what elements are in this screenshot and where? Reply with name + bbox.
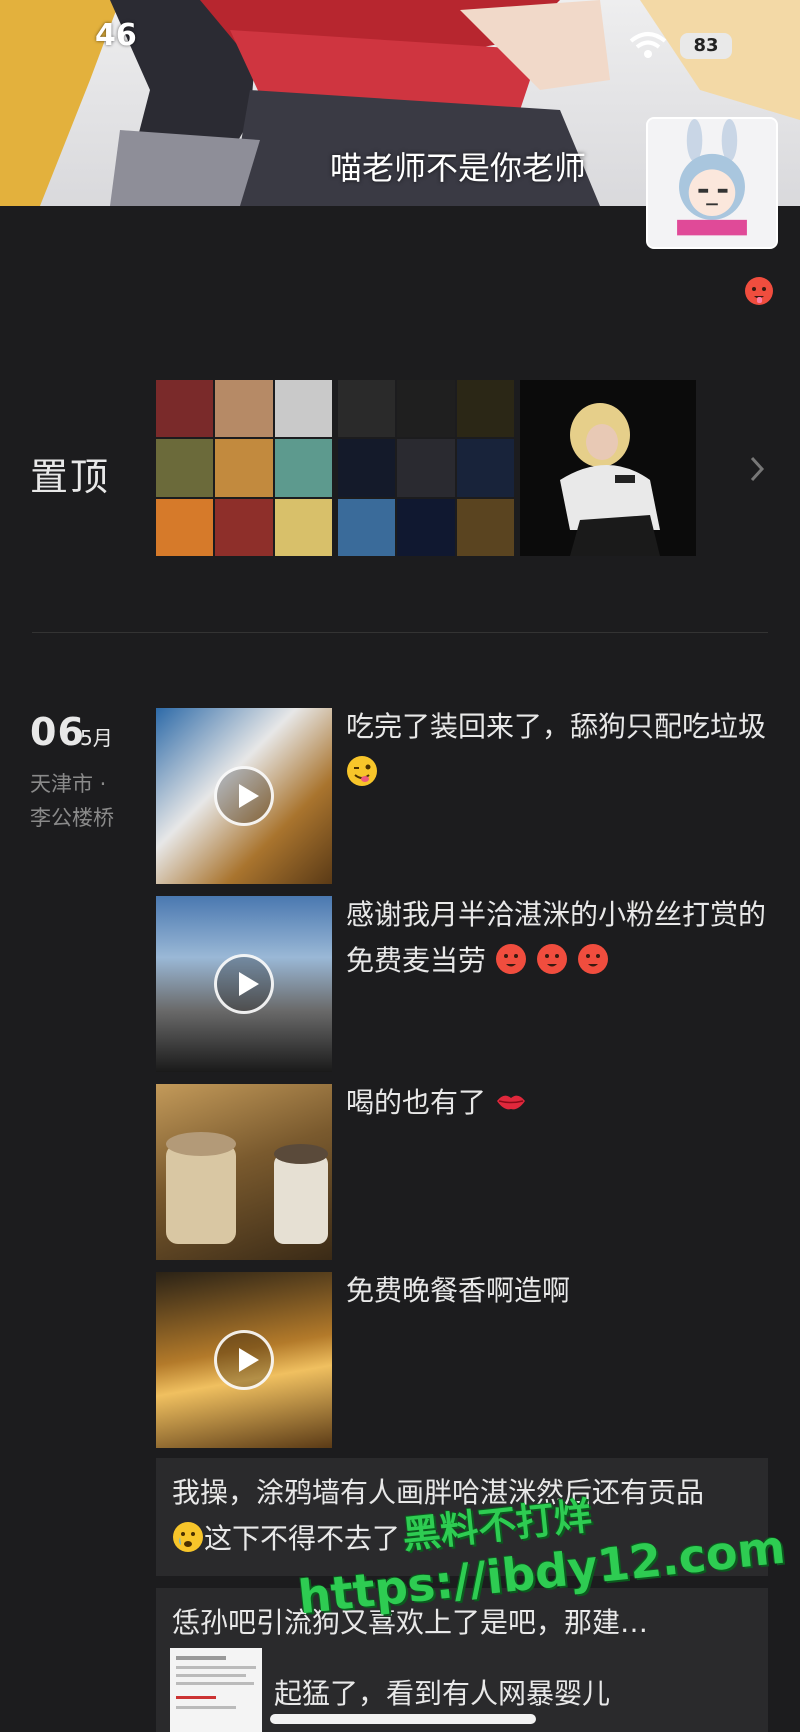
pinned-thumbnail-photo[interactable] [520,380,696,556]
post-caption[interactable]: 感谢我月半洽湛洣的小粉丝打赏的免费麦当劳 [346,892,766,984]
shared-post-text[interactable]: 起猛了，看到有人网暴婴儿 [274,1672,610,1712]
crying-face-emoji [173,1522,203,1552]
pinned-photo-person [520,380,696,556]
post-caption[interactable]: 免费晚餐香啊造啊 [346,1268,766,1314]
hot-face-emoji [577,944,608,974]
post-caption-text: 喝的也有了 [346,1086,487,1119]
hot-face-emoji [536,944,567,974]
post-caption-text: 吃完了装回来了，舔狗只配吃垃圾 [346,710,767,743]
home-indicator[interactable] [270,1714,536,1724]
play-icon[interactable] [214,954,274,1014]
winking-face-tongue-emoji [347,756,377,786]
post-video-thumbnail[interactable] [156,1272,332,1448]
post-date-month: 5月 [80,726,113,750]
section-divider [32,632,768,633]
post-video-thumbnail[interactable] [156,708,332,884]
screenshot-image [170,1648,262,1732]
post-caption-text: 免费晚餐香啊造啊 [346,1274,571,1307]
post-image-thumbnail[interactable] [156,1084,332,1260]
post-caption[interactable]: 喝的也有了 [346,1080,766,1126]
hot-face-emoji [745,277,773,305]
hot-face-emoji [495,944,526,974]
pinned-label: 置顶 [30,455,111,499]
post-video-thumbnail[interactable] [156,896,332,1072]
post-caption[interactable]: 吃完了装回来了，舔狗只配吃垃圾 [346,704,766,796]
pinned-thumbnail-grid-2[interactable] [338,380,514,556]
post-location-detail[interactable]: 李公楼桥 [30,802,114,832]
play-icon[interactable] [214,1330,274,1390]
status-time: 46 [95,18,137,53]
avatar[interactable] [646,117,778,249]
avatar-image [648,119,776,247]
play-icon[interactable] [214,766,274,826]
post-date-day: 06 [30,710,85,754]
drink-cups-image [166,1132,328,1244]
pinned-posts[interactable] [156,380,696,556]
lips-emoji [496,1095,525,1110]
wifi-icon [629,32,667,58]
pinned-thumbnail-grid-1[interactable] [156,380,332,556]
post-location[interactable]: 天津市 · [30,768,106,798]
profile-name[interactable]: 喵老师不是你老师 [330,143,586,189]
battery-indicator: 83 [680,33,732,59]
chevron-right-icon[interactable] [748,454,768,484]
shared-post-thumbnail[interactable] [170,1648,262,1732]
